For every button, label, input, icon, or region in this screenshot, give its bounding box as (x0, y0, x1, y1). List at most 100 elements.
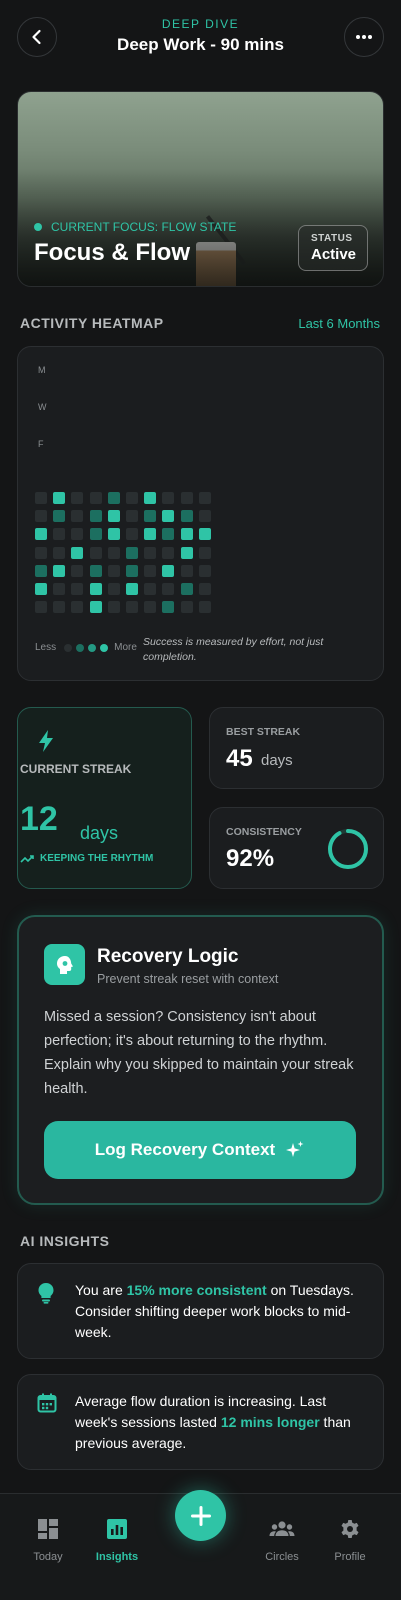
recovery-subtitle: Prevent streak reset with context (97, 972, 279, 986)
recovery-body: Missed a session? Consistency isn't abou… (44, 1009, 354, 1097)
heatmap-cell (71, 546, 84, 559)
insights-section-title: AI INSIGHTS (20, 1233, 110, 1249)
heatmap-cell (89, 601, 102, 614)
chart-icon (107, 1519, 127, 1539)
heatmap-cell (89, 510, 102, 523)
heatmap-cell (162, 583, 175, 595)
heatmap-cell (53, 528, 66, 541)
heatmap-cell (126, 583, 138, 595)
nav-label-today: Today (33, 1551, 63, 1563)
day-label-mon: M (38, 365, 46, 375)
heatmap-cell (126, 510, 138, 523)
recovery-card: Recovery Logic Prevent streak reset with… (17, 915, 384, 1205)
heatmap-cell (107, 528, 120, 541)
heatmap-cell (71, 583, 84, 595)
legend-level-1 (76, 643, 85, 652)
heatmap-cell (180, 546, 193, 559)
heatmap-cell (71, 564, 84, 577)
insight-highlight-1: 15% more consistent (126, 1282, 267, 1298)
heatmap-cell (198, 492, 211, 504)
heatmap-cell (162, 601, 175, 614)
heatmap-cell (89, 492, 102, 504)
live-dot-icon (34, 223, 42, 231)
log-recovery-label: Log Recovery Context (94, 1140, 276, 1159)
consistency-ring (328, 829, 368, 869)
heatmap-cell (107, 583, 120, 595)
heatmap-cell (144, 492, 157, 504)
log-recovery-button[interactable]: Log Recovery Context (44, 1121, 356, 1179)
trend-up-icon (20, 854, 34, 863)
hero-card[interactable]: CURRENT FOCUS: FLOW STATE Focus & Flow S… (17, 91, 384, 287)
heatmap-cell (144, 601, 157, 614)
heatmap-cell (35, 528, 47, 541)
heatmap-cell (53, 546, 66, 559)
heatmap-cell (35, 564, 47, 577)
heatmap-cell (53, 601, 66, 614)
heatmap-cell (162, 492, 175, 504)
heatmap-cell (71, 510, 84, 523)
heatmap-cell (53, 510, 66, 523)
heatmap-cell (180, 492, 193, 504)
heatmap-cell (144, 528, 157, 541)
insight-text-2: Average flow duration is increasing. Las… (75, 1393, 351, 1451)
header: DEEP DIVE Deep Work - 90 mins (0, 0, 401, 80)
heatmap-cell (35, 492, 47, 504)
nav-label-profile: Profile (334, 1551, 366, 1563)
status-value: Active (311, 246, 357, 263)
status-badge: STATUS Active (298, 225, 368, 271)
current-streak-label: CURRENT STREAK (20, 762, 132, 776)
heatmap-cell (144, 510, 157, 523)
heatmap-cell (107, 601, 120, 614)
heatmap-cell (53, 564, 66, 577)
current-streak-unit: days (80, 823, 119, 843)
heatmap-cell (35, 601, 47, 614)
nav-item-profile[interactable]: Profile (318, 1518, 382, 1563)
nav-item-insights[interactable]: Insights (85, 1518, 149, 1563)
streak-trend-text: KEEPING THE RHYTHM (40, 853, 154, 864)
range-link[interactable]: Last 6 Months (298, 316, 380, 331)
heatmap-card: M W F Less More Success is measured by e… (17, 346, 384, 681)
day-label-wed: W (38, 402, 47, 412)
heatmap-note: Success is measured by effort, not just … (143, 636, 324, 663)
group-icon (269, 1521, 295, 1536)
heatmap-cell (89, 546, 102, 559)
insight-highlight-2: 12 mins longer (220, 1414, 320, 1430)
heatmap-cell (107, 546, 120, 559)
current-focus-label: CURRENT FOCUS: FLOW STATE (34, 220, 236, 234)
heatmap-cell (162, 564, 175, 577)
legend-less: Less (35, 642, 57, 653)
heatmap-cell (198, 528, 211, 541)
header-subtitle: DEEP DIVE (161, 17, 240, 31)
heatmap-cell (144, 546, 157, 559)
heatmap-cell (107, 564, 120, 577)
heatmap-cell (71, 528, 84, 541)
heatmap-cell (162, 510, 175, 523)
more-options-button[interactable] (344, 17, 384, 57)
heatmap-cell (35, 583, 47, 595)
add-button[interactable] (175, 1490, 226, 1541)
heatmap-cell (107, 510, 120, 523)
page-title: Deep Work - 90 mins (117, 35, 284, 54)
sparkle-icon (286, 1141, 304, 1157)
recovery-title: Recovery Logic (97, 946, 239, 967)
legend-more: More (114, 642, 137, 653)
insight-text-1: You are 15% more consistent on Tuesdays.… (75, 1282, 354, 1340)
heatmap-cell (126, 492, 138, 504)
heatmap-cell (89, 564, 102, 577)
heatmap-cell (89, 528, 102, 541)
nav-item-today[interactable]: Today (16, 1518, 80, 1563)
legend-level-2 (88, 643, 97, 652)
consistency-ring-fill (328, 829, 368, 869)
focus-label-text: CURRENT FOCUS: FLOW STATE (51, 220, 237, 234)
calendar-icon (37, 1393, 57, 1413)
current-streak-value: 12 (20, 800, 58, 838)
nav-label-insights: Insights (95, 1551, 139, 1563)
consistency-label: CONSISTENCY (226, 826, 302, 838)
nav-item-circles[interactable]: Circles (250, 1518, 314, 1563)
heatmap-cell (198, 546, 211, 559)
brain-icon (44, 944, 85, 985)
heatmap-cell (180, 564, 193, 577)
hero-title: Focus & Flow (34, 239, 190, 266)
heatmap-cell (35, 510, 47, 523)
legend-level-3 (100, 643, 109, 652)
